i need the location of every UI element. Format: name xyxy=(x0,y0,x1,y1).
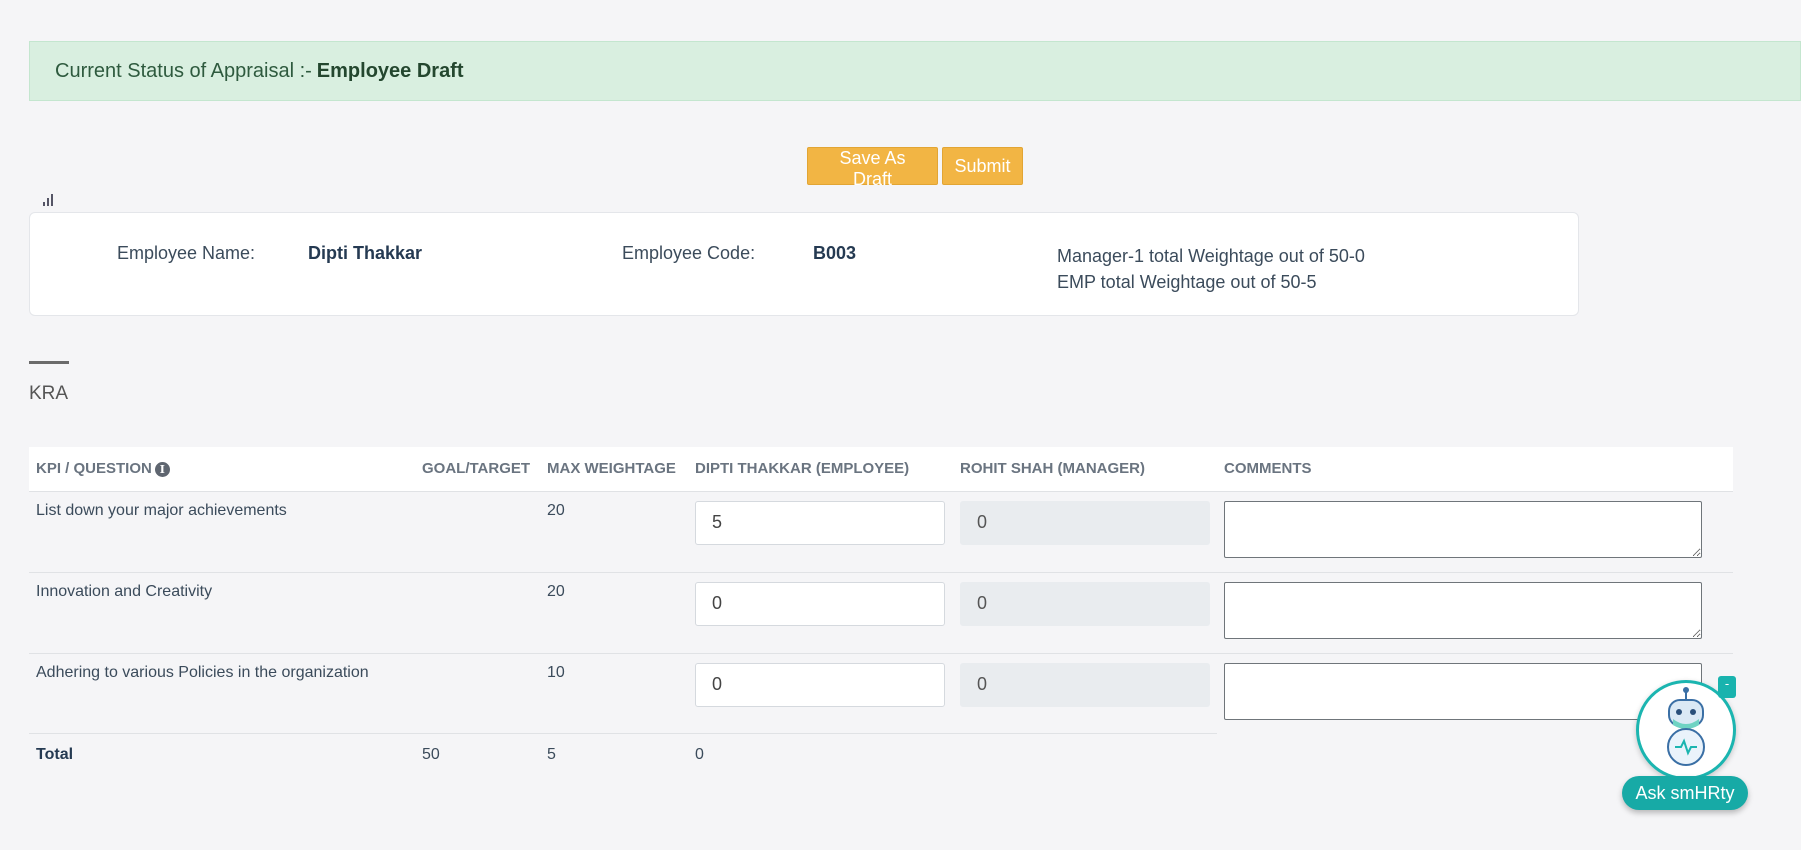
comment-cell xyxy=(1217,572,1733,654)
employee-name-label: Employee Name: xyxy=(117,243,256,263)
table-row: Innovation and Creativity 20 xyxy=(29,572,1733,654)
total-row: Total 50 5 0 xyxy=(29,734,1733,778)
column-header-employee: DIPTI THAKKAR (EMPLOYEE) xyxy=(688,447,953,492)
manager-score-cell xyxy=(953,572,1217,654)
manager-weightage: Manager-1 total Weightage out of 50-0 xyxy=(1057,246,1365,266)
bar-chart-icon[interactable] xyxy=(43,192,57,206)
comment-textarea[interactable] xyxy=(1224,500,1702,558)
column-header-kpi: KPI / QUESTION i xyxy=(29,447,415,492)
manager-score-input xyxy=(960,500,1210,545)
column-header-comments: COMMENTS xyxy=(1217,447,1733,492)
kra-title: KRA xyxy=(29,383,69,404)
column-header-max-weightage: MAX WEIGHTAGE xyxy=(540,447,688,492)
comment-textarea[interactable] xyxy=(1224,581,1702,639)
employee-score-cell xyxy=(688,572,953,654)
total-manager xyxy=(953,734,1217,778)
manager-score-input xyxy=(960,581,1210,626)
manager-score-cell xyxy=(953,491,1217,573)
action-buttons: Save As Draft Submit xyxy=(807,147,1023,189)
status-label: Current Status of Appraisal :- xyxy=(55,59,312,82)
kra-divider xyxy=(29,361,69,364)
kpi-question: Innovation and Creativity xyxy=(29,572,415,654)
employee-score-input[interactable] xyxy=(695,581,945,626)
employee-score-cell xyxy=(688,491,953,573)
manager-score-cell xyxy=(953,653,1217,734)
employee-code: B003 xyxy=(813,243,857,263)
ask-chatbot-button[interactable]: Ask smHRty xyxy=(1622,776,1748,810)
status-value: Employee Draft xyxy=(316,59,464,82)
employee-weightage: EMP total Weightage out of 50-5 xyxy=(1057,272,1317,292)
weightage-summary: Manager-1 total Weightage out of 50-0 EM… xyxy=(1057,243,1365,295)
employee-score-cell xyxy=(688,653,953,734)
employee-info-card: Employee Name: Dipti Thakkar Employee Co… xyxy=(29,212,1579,316)
total-employee: 0 xyxy=(695,746,704,763)
kpi-question: Adhering to various Policies in the orga… xyxy=(29,653,415,734)
table-row: Adhering to various Policies in the orga… xyxy=(29,653,1733,734)
total-max-weightage: 5 xyxy=(547,746,556,763)
status-banner: Current Status of Appraisal :- Employee … xyxy=(29,41,1801,101)
comment-cell xyxy=(1217,491,1733,573)
manager-score-input xyxy=(960,662,1210,707)
kra-table: KPI / QUESTION i GOAL/TARGET MAX WEIGHTAG… xyxy=(29,447,1733,778)
column-header-goal: GOAL/TARGET xyxy=(415,447,540,492)
max-weightage: 10 xyxy=(540,653,688,734)
max-weightage: 20 xyxy=(540,572,688,654)
goal-target xyxy=(415,653,540,734)
employee-code-label: Employee Code: xyxy=(622,243,756,263)
chatbot-minimize-button[interactable]: - xyxy=(1718,676,1736,698)
goal-target xyxy=(415,491,540,573)
goal-target xyxy=(415,572,540,654)
column-header-manager: ROHIT SHAH (MANAGER) xyxy=(953,447,1217,492)
kpi-question: List down your major achievements xyxy=(29,491,415,573)
table-header-row: KPI / QUESTION i GOAL/TARGET MAX WEIGHTAG… xyxy=(29,447,1733,492)
chatbot-widget[interactable]: - Ask smHRty xyxy=(1622,676,1752,816)
save-as-draft-button[interactable]: Save As Draft xyxy=(807,147,938,189)
table-row: List down your major achievements 20 xyxy=(29,491,1733,573)
total-label: Total xyxy=(36,746,74,763)
employee-score-input[interactable] xyxy=(695,662,945,707)
total-goal: 50 xyxy=(422,746,440,763)
max-weightage: 20 xyxy=(540,491,688,573)
info-icon[interactable]: i xyxy=(154,462,170,478)
employee-score-input[interactable] xyxy=(695,500,945,545)
submit-button[interactable]: Submit xyxy=(942,147,1023,185)
employee-name: Dipti Thakkar xyxy=(308,243,423,263)
